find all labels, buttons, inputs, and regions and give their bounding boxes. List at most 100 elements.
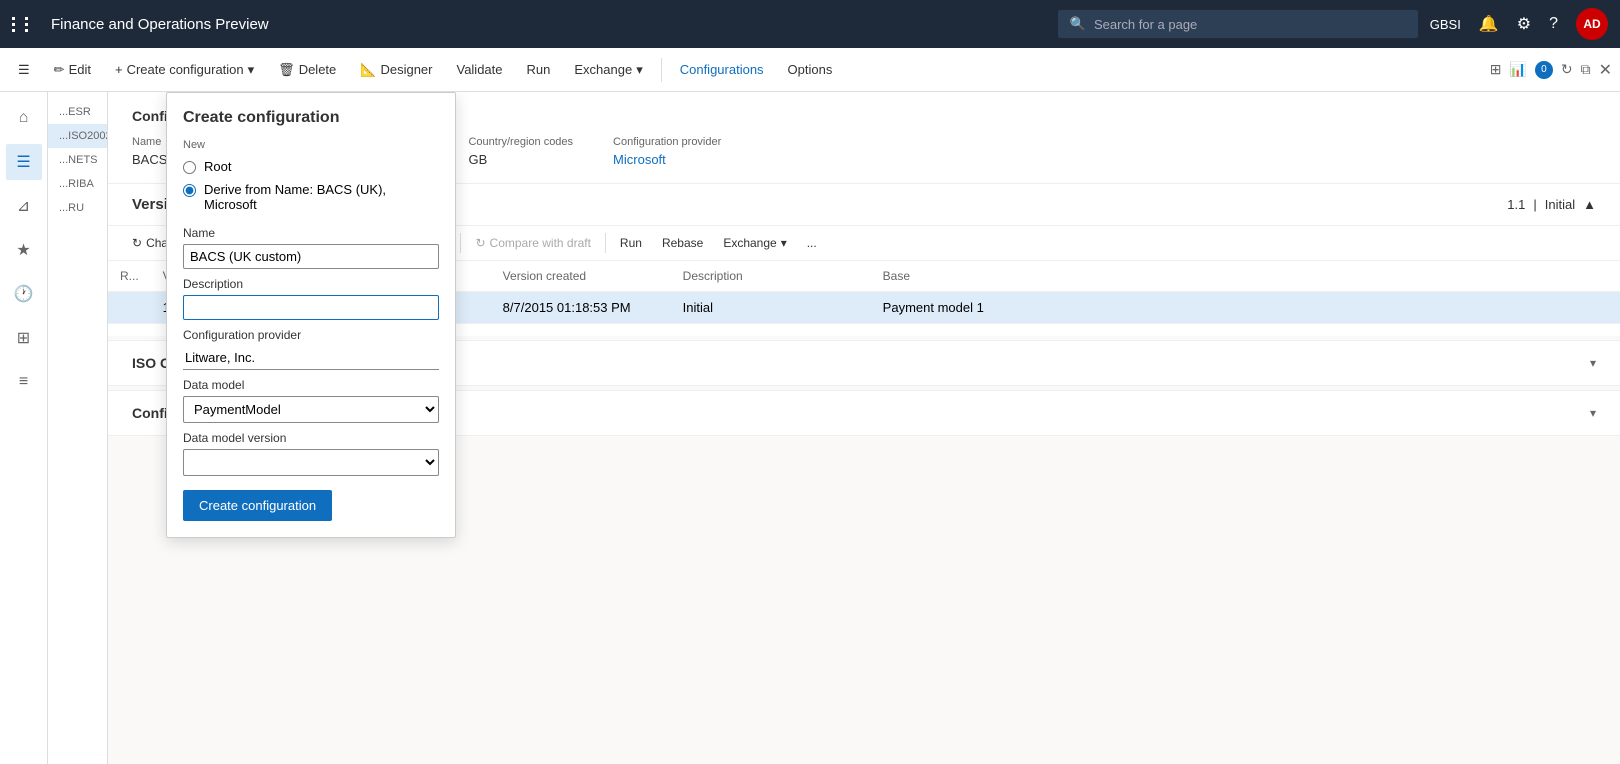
columns-icon[interactable]: 📊 [1509,61,1526,78]
grid-menu-icon[interactable] [12,17,35,32]
sidebar-item-filter[interactable]: ⊿ [6,188,42,224]
create-label: Create configuration [127,62,244,77]
rebase-btn[interactable]: Rebase [654,232,711,254]
help-icon[interactable]: ? [1549,15,1558,33]
radio-root-input[interactable] [183,161,196,174]
badge-count: 0 [1535,61,1553,79]
config-provider-field: Configuration provider Microsoft [613,136,721,167]
base-version: 1 [977,300,984,315]
options-label: Options [788,62,833,77]
delete-icon: 🗑 [278,62,295,78]
validate-btn[interactable]: Validate [446,58,512,81]
data-model-version-select[interactable] [183,449,439,476]
sidebar-toggle-btn[interactable]: ☰ [8,58,40,82]
create-configuration-btn[interactable]: + Create configuration ▾ [105,58,264,82]
panel-riba[interactable]: ...RIBA [48,172,107,196]
cell-r [108,292,151,324]
vtb-sep4 [605,233,606,253]
sidebar-item-home[interactable]: ⌂ [6,100,42,136]
base-link[interactable]: Payment model [883,300,973,315]
close-icon[interactable]: ✕ [1599,60,1612,80]
sidebar-item-favorites[interactable]: ★ [6,232,42,268]
radio-derive-label: Derive from Name: BACS (UK), Microsoft [204,182,439,212]
restore-icon[interactable]: ⧉ [1581,61,1591,78]
user-label: GBSI [1430,17,1461,32]
plus-icon: + [115,62,123,77]
panel-nets[interactable]: ...NETS [48,148,107,172]
panel-title: Create configuration [183,109,439,127]
config-country-label: Country/region codes [468,136,573,148]
content-area: Create configuration New Root Derive fro… [48,92,1620,764]
sidebar: ⌂ ☰ ⊿ ★ 🕐 ⊞ ≡ [0,92,48,764]
run-btn[interactable]: Run [517,58,561,81]
delete-label: Delete [299,62,337,77]
filter-icon[interactable]: ⊞ [1490,61,1502,78]
radio-root[interactable]: Root [183,159,439,174]
search-input[interactable] [1094,17,1406,32]
panel-iso20022[interactable]: ...ISO20022 [48,124,107,148]
toolbar2: ☰ ✏ Edit + Create configuration ▾ 🗑 Dele… [0,48,1620,92]
change-status-icon: ↻ [132,236,142,250]
edit-icon: ✏ [54,62,65,78]
config-country-value: GB [468,152,573,167]
avatar[interactable]: AD [1576,8,1608,40]
designer-btn[interactable]: 📐 Designer [350,58,442,82]
delete-btn[interactable]: 🗑 Delete [268,58,346,82]
exchange-label: Exchange [574,62,632,77]
panel-ru[interactable]: ...RU [48,196,107,220]
create-configuration-submit-btn[interactable]: Create configuration [183,490,332,521]
topbar-icons: GBSI 🔔 ⚙ ? AD [1430,8,1608,40]
search-icon: 🔍 [1070,16,1086,32]
radio-root-label: Root [204,159,231,174]
edit-btn[interactable]: ✏ Edit [44,58,101,82]
radio-group: Root Derive from Name: BACS (UK), Micros… [183,159,439,212]
topbar: Finance and Operations Preview 🔍 GBSI 🔔 … [0,0,1620,48]
compare-label: Compare with draft [490,236,591,250]
refresh-icon[interactable]: ↻ [1561,61,1573,78]
new-label: New [183,139,439,151]
exchange-btn[interactable]: Exchange ▾ [564,58,652,82]
edit-label: Edit [69,62,91,77]
settings-icon[interactable]: ⚙ [1517,14,1531,34]
vtb-sep3 [460,233,461,253]
radio-derive-input[interactable] [183,184,196,197]
versions-exchange-btn[interactable]: Exchange ▾ [715,232,794,254]
main-layout: ⌂ ☰ ⊿ ★ 🕐 ⊞ ≡ Create configuration New R… [0,92,1620,764]
description-field[interactable] [183,295,439,320]
notification-icon[interactable]: 🔔 [1479,14,1499,34]
configurations-tab[interactable]: Configurations [670,58,774,81]
app-title: Finance and Operations Preview [51,16,1046,33]
run-label: Run [527,62,551,77]
sidebar-item-modules[interactable]: ≡ [6,364,42,400]
designer-label: Designer [380,62,432,77]
configurations-label: Configurations [680,62,764,77]
cell-base: Payment model 1 [871,292,1620,324]
toolbar2-right-icons: ⊞ 📊 0 ↻ ⧉ ✕ [1490,60,1612,80]
versions-more-label: ... [807,236,817,250]
versions-collapse-icon[interactable]: ▲ [1583,197,1596,212]
compare-draft-btn[interactable]: ↻ Compare with draft [467,232,598,254]
sidebar-item-workspaces[interactable]: ⊞ [6,320,42,356]
name-field[interactable] [183,244,439,269]
chevron-down-icon: ▾ [248,62,255,78]
toolbar-separator [661,58,662,82]
versions-badge: 1.1 | Initial ▲ [1507,197,1596,212]
search-bar[interactable]: 🔍 [1058,10,1418,38]
provider-field: Litware, Inc. [183,346,439,370]
versions-exchange-chevron: ▾ [781,236,787,250]
create-configuration-panel: Create configuration New Root Derive fro… [166,92,456,538]
col-created: Version created [491,261,671,292]
sidebar-item-nav[interactable]: ☰ [6,144,42,180]
versions-more-btn[interactable]: ... [799,232,825,254]
versions-run-btn[interactable]: Run [612,232,650,254]
validate-label: Validate [456,62,502,77]
data-model-select[interactable]: PaymentModel [183,396,439,423]
panel-esr[interactable]: ...ESR [48,100,107,124]
components-chevron-icon: ▾ [1590,406,1596,420]
sidebar-item-recent[interactable]: 🕐 [6,276,42,312]
radio-derive[interactable]: Derive from Name: BACS (UK), Microsoft [183,182,439,212]
options-tab[interactable]: Options [778,58,843,81]
config-provider-link[interactable]: Microsoft [613,152,721,167]
description-label: Description [183,277,439,291]
exchange-chevron-icon: ▾ [636,62,643,78]
